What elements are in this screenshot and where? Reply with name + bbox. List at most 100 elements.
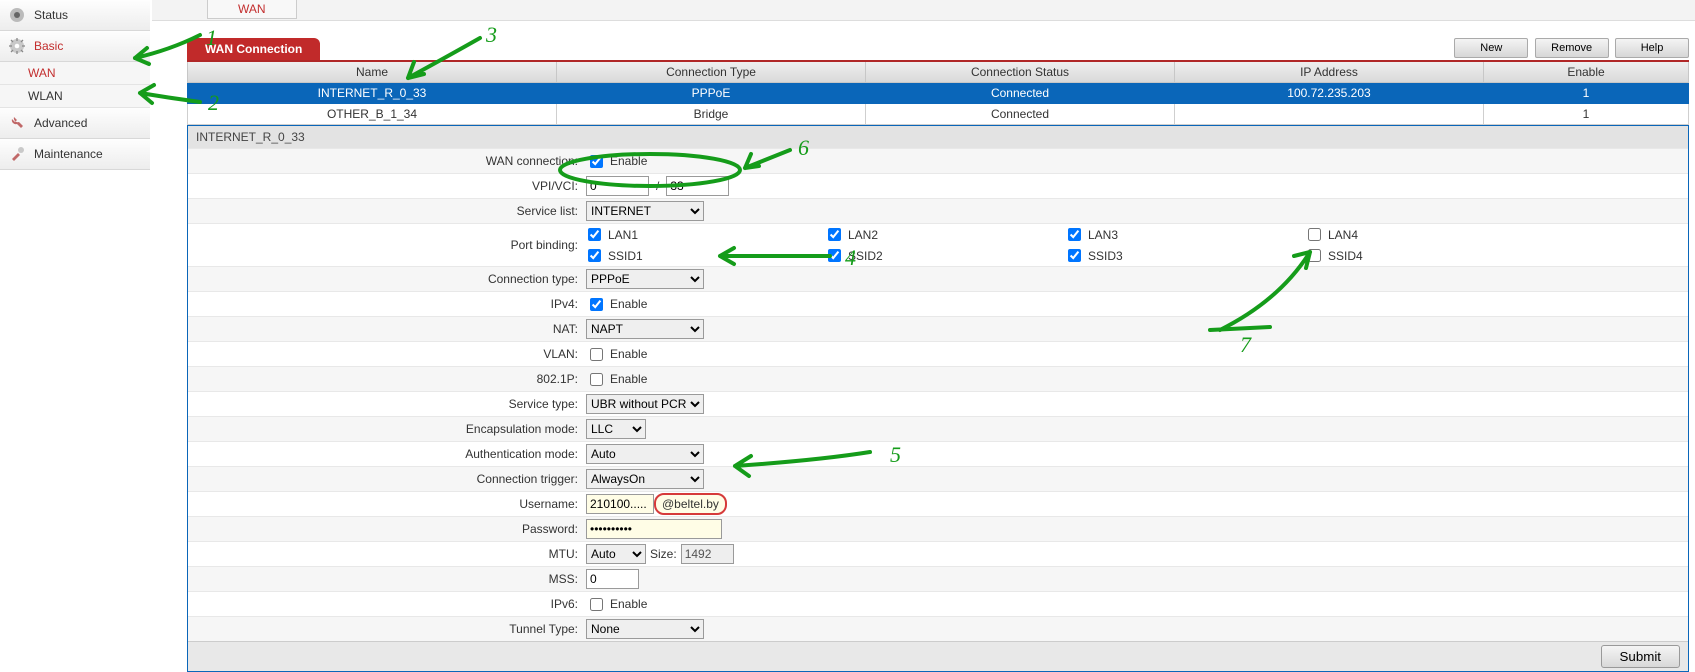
txt-enable: Enable — [610, 154, 647, 168]
remove-button[interactable]: Remove — [1535, 38, 1609, 58]
lbl-nat: NAT: — [188, 322, 584, 336]
lbl-8021p: 802.1P: — [188, 372, 584, 386]
username-suffix: @beltel.by — [654, 493, 727, 515]
lbl-auth: Authentication mode: — [188, 447, 584, 461]
nav-sub-wlan-label: WLAN — [28, 89, 63, 103]
ipv4-enable-checkbox[interactable] — [590, 298, 603, 311]
new-button[interactable]: New — [1454, 38, 1528, 58]
lbl-conntype: Connection type: — [188, 272, 584, 286]
nav-status-label: Status — [34, 8, 68, 22]
lbl-password: Password: — [188, 522, 584, 536]
p8021-enable-checkbox[interactable] — [590, 373, 603, 386]
th-ip: IP Address — [1175, 61, 1484, 83]
lbl-portbinding: Port binding: — [188, 238, 584, 252]
ssid1-label: SSID1 — [608, 249, 643, 263]
servicelist-select[interactable]: INTERNET — [586, 201, 704, 221]
txt-enable4: Enable — [610, 372, 647, 386]
encap-select[interactable]: LLC — [586, 419, 646, 439]
topbar: WAN — [152, 0, 1695, 21]
mtu-mode-select[interactable]: Auto — [586, 544, 646, 564]
vpi-input[interactable] — [586, 176, 649, 196]
main: WAN Connection New Remove Help Name Conn… — [187, 38, 1689, 672]
cell-ctype: PPPoE — [557, 83, 866, 104]
table-header-row: Name Connection Type Connection Status I… — [188, 61, 1689, 83]
ssid1-checkbox[interactable] — [588, 249, 601, 262]
th-cstatus: Connection Status — [866, 61, 1175, 83]
mtu-size-input — [681, 544, 734, 564]
lbl-ipv4: IPv4: — [188, 297, 584, 311]
wanconn-enable-checkbox[interactable] — [590, 155, 603, 168]
ssid2-checkbox[interactable] — [828, 249, 841, 262]
txt-enable2: Enable — [610, 297, 647, 311]
lbl-svctype: Service type: — [188, 397, 584, 411]
lan2-checkbox[interactable] — [828, 228, 841, 241]
gear-icon — [6, 35, 28, 57]
lan1-checkbox[interactable] — [588, 228, 601, 241]
username-input[interactable] — [586, 494, 654, 514]
toolbar: New Remove Help — [1451, 38, 1689, 58]
cell-ip: 100.72.235.203 — [1175, 83, 1484, 104]
svctype-select[interactable]: UBR without PCR — [586, 394, 704, 414]
lbl-servicelist: Service list: — [188, 204, 584, 218]
connections-table: Name Connection Type Connection Status I… — [187, 60, 1689, 125]
cell-enable: 1 — [1484, 104, 1689, 125]
txt-enable5: Enable — [610, 597, 647, 611]
help-button[interactable]: Help — [1615, 38, 1689, 58]
cell-name: OTHER_B_1_34 — [188, 104, 557, 125]
lbl-username: Username: — [188, 497, 584, 511]
table-row[interactable]: OTHER_B_1_34 Bridge Connected 1 — [188, 104, 1689, 125]
auth-select[interactable]: Auto — [586, 444, 704, 464]
cell-ctype: Bridge — [557, 104, 866, 125]
cell-name: INTERNET_R_0_33 — [188, 83, 557, 104]
password-input[interactable] — [586, 519, 722, 539]
vlan-enable-checkbox[interactable] — [590, 348, 603, 361]
tool-icon — [6, 143, 28, 165]
top-tab-wan[interactable]: WAN — [207, 0, 297, 19]
trigger-select[interactable]: AlwaysOn — [586, 469, 704, 489]
nav-maintenance[interactable]: Maintenance — [0, 139, 150, 170]
nav-basic[interactable]: Basic — [0, 31, 150, 62]
ssid3-label: SSID3 — [1088, 249, 1123, 263]
cell-cstatus: Connected — [866, 104, 1175, 125]
lan1-label: LAN1 — [608, 228, 638, 242]
vci-input[interactable] — [666, 176, 729, 196]
lan4-checkbox[interactable] — [1308, 228, 1321, 241]
section-tab: WAN Connection — [187, 38, 320, 60]
nav-advanced[interactable]: Advanced — [0, 108, 150, 139]
table-row[interactable]: INTERNET_R_0_33 PPPoE Connected 100.72.2… — [188, 83, 1689, 104]
ssid2-label: SSID2 — [848, 249, 883, 263]
th-enable: Enable — [1484, 61, 1689, 83]
ssid4-checkbox[interactable] — [1308, 249, 1321, 262]
sidebar: Status Basic WAN WLAN Advanced Maintenan… — [0, 0, 150, 170]
ipv6-enable-checkbox[interactable] — [590, 598, 603, 611]
nav-sub-wan[interactable]: WAN — [0, 62, 150, 85]
ssid4-label: SSID4 — [1328, 249, 1363, 263]
nav-maintenance-label: Maintenance — [34, 147, 103, 161]
submit-button[interactable]: Submit — [1601, 645, 1680, 668]
port-binding-grid: LAN1 LAN2 LAN3 LAN4 SSID1 SSID2 SSID3 SS… — [584, 225, 1688, 265]
mtu-size-label: Size: — [650, 547, 677, 561]
lbl-mss: MSS: — [188, 572, 584, 586]
conntype-select[interactable]: PPPoE — [586, 269, 704, 289]
cell-ip — [1175, 104, 1484, 125]
status-icon — [6, 4, 28, 26]
nav-sub-wlan[interactable]: WLAN — [0, 85, 150, 108]
mss-input[interactable] — [586, 569, 639, 589]
nat-select[interactable]: NAPT — [586, 319, 704, 339]
lan2-label: LAN2 — [848, 228, 878, 242]
vpivci-slash: / — [653, 179, 662, 193]
nav-status[interactable]: Status — [0, 0, 150, 31]
lbl-vpivci: VPI/VCI: — [188, 179, 584, 193]
nav-basic-label: Basic — [34, 39, 63, 53]
lan3-checkbox[interactable] — [1068, 228, 1081, 241]
lan3-label: LAN3 — [1088, 228, 1118, 242]
lan4-label: LAN4 — [1328, 228, 1358, 242]
ssid3-checkbox[interactable] — [1068, 249, 1081, 262]
submit-bar: Submit — [188, 641, 1688, 671]
lbl-vlan: VLAN: — [188, 347, 584, 361]
nav-sub-wan-label: WAN — [28, 66, 56, 80]
cell-cstatus: Connected — [866, 83, 1175, 104]
lbl-wanconn: WAN connection: — [188, 154, 584, 168]
panel-title: INTERNET_R_0_33 — [188, 126, 1688, 148]
tunnel-select[interactable]: None — [586, 619, 704, 639]
